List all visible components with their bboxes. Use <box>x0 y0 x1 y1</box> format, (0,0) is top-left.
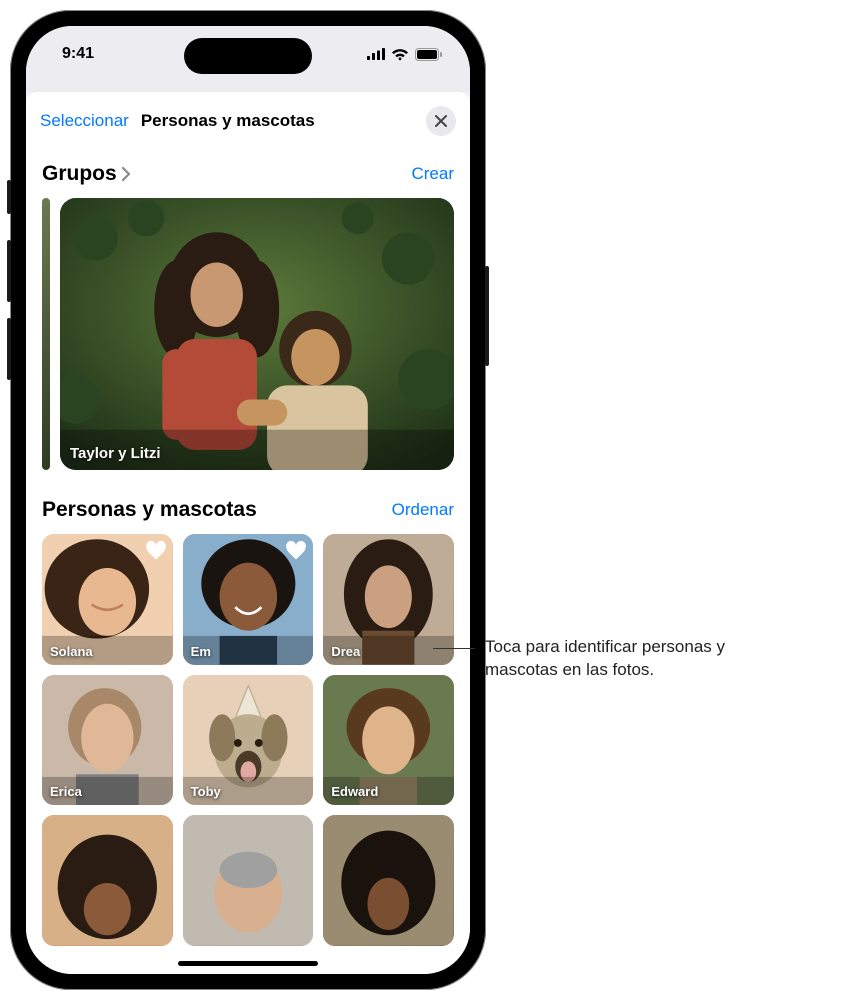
person-tile-extra-2[interactable] <box>183 815 314 946</box>
battery-icon <box>415 48 442 61</box>
sheet-content: Seleccionar Personas y mascotas Grupos C… <box>26 92 470 974</box>
heart-icon <box>145 540 167 562</box>
page-title: Personas y mascotas <box>141 111 315 131</box>
sort-button[interactable]: Ordenar <box>392 500 454 520</box>
group-card[interactable]: Taylor y Litzi <box>60 198 454 470</box>
wifi-icon <box>391 48 409 61</box>
person-name: Toby <box>191 784 221 799</box>
phone-frame: 9:41 Seleccionar Personas y mascotas Gru <box>10 10 486 990</box>
select-button[interactable]: Seleccionar <box>40 111 129 131</box>
people-header: Personas y mascotas Ordenar <box>26 482 470 528</box>
groups-carousel[interactable]: Taylor y Litzi <box>26 192 470 482</box>
person-tile-drea[interactable]: Drea <box>323 534 454 665</box>
person-name: Solana <box>50 644 93 659</box>
heart-icon <box>285 540 307 562</box>
callout-text: Toca para identificar personas y mascota… <box>485 636 763 682</box>
screen: 9:41 Seleccionar Personas y mascotas Gru <box>26 26 470 974</box>
groups-title: Grupos <box>42 162 117 186</box>
callout-leader-line <box>433 648 475 649</box>
status-icons <box>367 48 442 61</box>
people-grid: Solana Em <box>26 528 470 946</box>
favorite-badge <box>145 540 167 562</box>
navbar: Seleccionar Personas y mascotas <box>26 92 470 146</box>
group-photo <box>60 198 454 470</box>
person-tile-toby[interactable]: Toby <box>183 675 314 806</box>
group-card-label: Taylor y Litzi <box>70 445 161 462</box>
people-title: Personas y mascotas <box>42 498 257 522</box>
person-tile-erica[interactable]: Erica <box>42 675 173 806</box>
home-indicator[interactable] <box>178 961 318 966</box>
status-bar: 9:41 <box>26 26 470 82</box>
close-icon <box>435 115 447 127</box>
person-tile-extra-1[interactable] <box>42 815 173 946</box>
person-photo <box>42 815 173 946</box>
person-tile-solana[interactable]: Solana <box>42 534 173 665</box>
side-button-volume-down <box>7 318 11 380</box>
sheet-background-peek <box>26 82 470 92</box>
dynamic-island <box>184 38 312 74</box>
callout: Toca para identificar personas y mascota… <box>485 636 815 682</box>
person-photo <box>323 815 454 946</box>
close-button[interactable] <box>426 106 456 136</box>
person-name: Edward <box>331 784 378 799</box>
groups-title-row[interactable]: Grupos <box>42 162 131 186</box>
status-time: 9:41 <box>62 45 94 63</box>
person-name: Em <box>191 644 211 659</box>
person-tile-edward[interactable]: Edward <box>323 675 454 806</box>
favorite-badge <box>285 540 307 562</box>
chevron-right-icon <box>121 166 131 182</box>
create-group-button[interactable]: Crear <box>411 164 454 184</box>
group-card-previous-peek[interactable] <box>42 198 50 470</box>
side-button-power <box>485 266 489 366</box>
person-tile-extra-3[interactable] <box>323 815 454 946</box>
person-name: Erica <box>50 784 82 799</box>
groups-header: Grupos Crear <box>26 146 470 192</box>
side-button-silence <box>7 180 11 214</box>
person-photo <box>183 815 314 946</box>
person-name: Drea <box>331 644 360 659</box>
person-tile-em[interactable]: Em <box>183 534 314 665</box>
side-button-volume-up <box>7 240 11 302</box>
cellular-icon <box>367 48 385 60</box>
